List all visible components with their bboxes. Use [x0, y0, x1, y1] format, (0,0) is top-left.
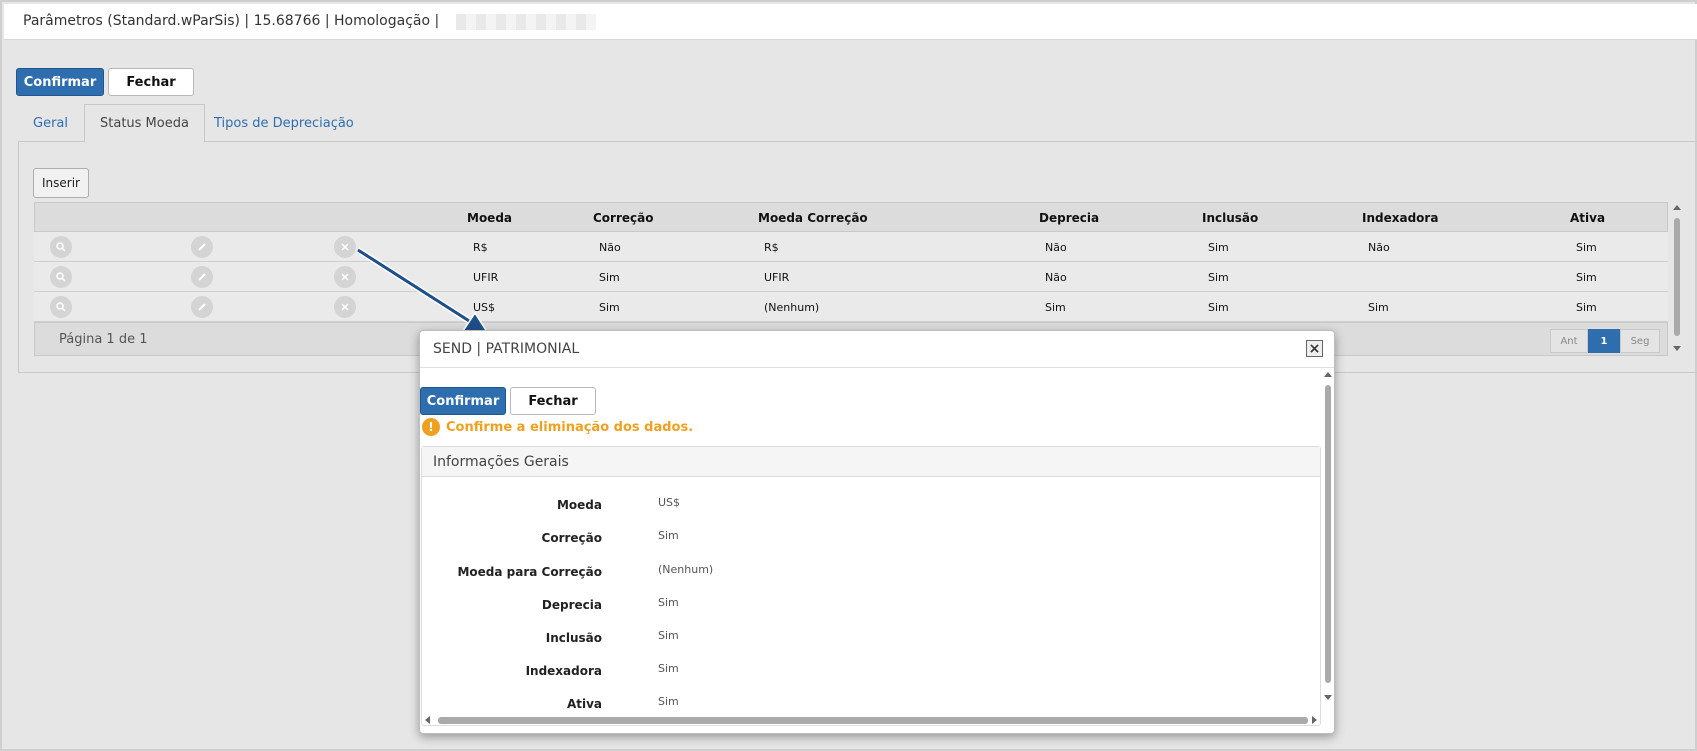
- dialog-vertical-scrollbar[interactable]: [1322, 369, 1334, 705]
- cell-deprecia: Não: [1045, 240, 1067, 254]
- search-icon[interactable]: [50, 236, 72, 258]
- field-label: Deprecia: [541, 598, 602, 612]
- app-window: Parâmetros (Standard.wParSis) | 15.68766…: [0, 0, 1697, 751]
- info-section: Informações Gerais Moeda US$ Correção Si…: [421, 446, 1321, 726]
- edit-icon[interactable]: [191, 236, 213, 258]
- tab-geral[interactable]: Geral: [18, 104, 83, 142]
- cell-indexadora: Não: [1368, 240, 1390, 254]
- column-header[interactable]: Correção: [593, 203, 653, 233]
- column-header[interactable]: Moeda Correção: [758, 203, 868, 233]
- field-value: Sim: [658, 695, 679, 708]
- column-header[interactable]: Indexadora: [1362, 203, 1438, 233]
- dialog-horizontal-scrollbar[interactable]: [424, 713, 1324, 727]
- dialog-title: SEND | PATRIMONIAL: [433, 341, 580, 357]
- cell-correcao: Não: [599, 240, 621, 254]
- field-value: Sim: [658, 629, 679, 642]
- cell-indexadora: Sim: [1368, 300, 1389, 314]
- field-value: US$: [658, 496, 681, 509]
- confirm-delete-dialog: SEND | PATRIMONIAL × Confirmar Fechar ! …: [419, 330, 1335, 734]
- window-title: Parâmetros (Standard.wParSis) | 15.68766…: [23, 13, 440, 29]
- insert-button[interactable]: Inserir: [33, 168, 89, 198]
- field-label: Ativa: [566, 697, 602, 711]
- field-value: (Nenhum): [658, 563, 714, 576]
- field-value: Sim: [658, 662, 679, 675]
- cell-ativa: Sim: [1576, 300, 1597, 314]
- prev-page-button[interactable]: Ant: [1550, 329, 1588, 353]
- cell-moeda-correcao: R$: [764, 240, 779, 254]
- page-info: Página 1 de 1: [59, 332, 148, 347]
- field-label: Inclusão: [545, 631, 602, 645]
- field-value: Sim: [658, 596, 679, 609]
- divider: [420, 367, 1334, 368]
- data-grid: Moeda Correção Moeda Correção Deprecia I…: [34, 202, 1668, 322]
- tab-status-moeda[interactable]: Status Moeda: [84, 104, 205, 143]
- field-inclusao: Inclusão Sim: [422, 629, 1302, 649]
- field-value: Sim: [658, 529, 679, 542]
- field-label: Moeda: [556, 498, 602, 512]
- field-moeda-para-correcao: Moeda para Correção (Nenhum): [422, 563, 1302, 583]
- edit-icon[interactable]: [191, 266, 213, 288]
- cell-ativa: Sim: [1576, 240, 1597, 254]
- cell-correcao: Sim: [599, 270, 620, 284]
- confirm-button[interactable]: Confirmar: [16, 68, 104, 96]
- table-row[interactable]: US$ Sim (Nenhum) Sim Sim Sim Sim: [34, 292, 1668, 322]
- tab-bar: Geral Status Moeda Tipos de Depreciação: [18, 104, 1697, 143]
- table-row[interactable]: UFIR Sim UFIR Não Sim Sim: [34, 262, 1668, 292]
- cell-inclusao: Sim: [1208, 270, 1229, 284]
- close-button[interactable]: Fechar: [108, 68, 194, 96]
- field-ativa: Ativa Sim: [422, 695, 1302, 715]
- cell-moeda-correcao: (Nenhum): [764, 300, 820, 314]
- field-deprecia: Deprecia Sim: [422, 596, 1302, 616]
- search-icon[interactable]: [50, 296, 72, 318]
- next-page-button[interactable]: Seg: [1620, 329, 1660, 353]
- section-title: Informações Gerais: [422, 447, 1320, 477]
- warning-text: Confirme a eliminação dos dados.: [446, 419, 694, 435]
- redacted-text: [456, 14, 596, 30]
- field-moeda: Moeda US$: [422, 496, 1302, 516]
- cell-moeda-correcao: UFIR: [764, 270, 790, 284]
- tab-tipos-depreciacao[interactable]: Tipos de Depreciação: [199, 104, 369, 142]
- annotation-arrow-icon: [356, 247, 491, 336]
- warning-icon: !: [422, 418, 440, 436]
- dialog-confirm-button[interactable]: Confirmar: [420, 387, 506, 415]
- close-icon[interactable]: ×: [1306, 340, 1323, 357]
- warning-message: ! Confirme a eliminação dos dados.: [422, 418, 693, 436]
- grid-scrollbar[interactable]: [1671, 204, 1683, 354]
- field-indexadora: Indexadora Sim: [422, 662, 1302, 682]
- dialog-close-button[interactable]: Fechar: [510, 387, 596, 415]
- cell-deprecia: Não: [1045, 270, 1067, 284]
- cell-deprecia: Sim: [1045, 300, 1066, 314]
- table-row[interactable]: R$ Não R$ Não Sim Não Sim: [34, 232, 1668, 262]
- field-label: Correção: [541, 531, 602, 545]
- column-header[interactable]: Inclusão: [1202, 203, 1258, 233]
- search-icon[interactable]: [50, 266, 72, 288]
- cell-inclusao: Sim: [1208, 300, 1229, 314]
- page-1-button[interactable]: 1: [1588, 329, 1620, 353]
- field-correcao: Correção Sim: [422, 529, 1302, 549]
- title-bar: Parâmetros (Standard.wParSis) | 15.68766…: [4, 4, 1697, 40]
- edit-icon[interactable]: [191, 296, 213, 318]
- column-header[interactable]: Deprecia: [1039, 203, 1099, 233]
- column-header[interactable]: Moeda: [467, 203, 512, 233]
- column-header[interactable]: Ativa: [1570, 203, 1605, 233]
- cell-inclusao: Sim: [1208, 240, 1229, 254]
- field-label: Indexadora: [525, 664, 602, 678]
- grid-header: Moeda Correção Moeda Correção Deprecia I…: [34, 202, 1668, 232]
- cell-ativa: Sim: [1576, 270, 1597, 284]
- field-label: Moeda para Correção: [457, 565, 602, 579]
- cell-correcao: Sim: [599, 300, 620, 314]
